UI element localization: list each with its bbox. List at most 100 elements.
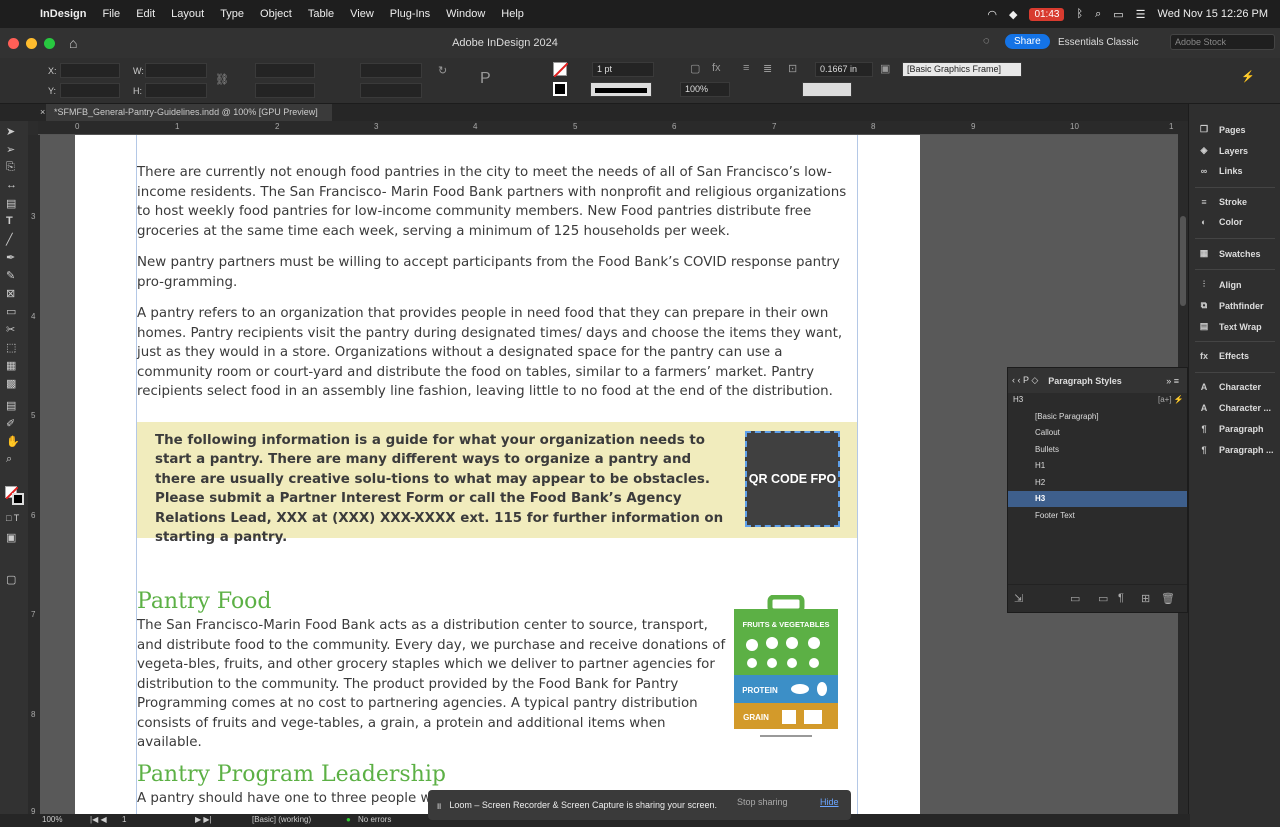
- distribute-icon[interactable]: ≣: [763, 62, 772, 75]
- menu-layout[interactable]: Layout: [171, 8, 204, 20]
- offset-field[interactable]: 0.1667 in: [815, 62, 873, 77]
- search-icon[interactable]: ⌕: [1095, 8, 1101, 21]
- style-item[interactable]: Footer Text: [1008, 508, 1187, 524]
- new-folder-icon[interactable]: ▭: [1070, 592, 1080, 605]
- pantry-food-paragraph[interactable]: The San Francisco-Marin Food Bank acts a…: [137, 616, 727, 753]
- color-panel-button[interactable]: ◐ Color: [1197, 217, 1242, 227]
- preflight-status[interactable]: No errors: [358, 815, 391, 824]
- dropbox-icon[interactable]: ◆: [1009, 8, 1017, 21]
- zoom-level[interactable]: 100%: [42, 815, 62, 824]
- menu-object[interactable]: Object: [260, 8, 292, 20]
- character-styles-panel-button[interactable]: A Character ...: [1197, 403, 1271, 413]
- clear-overrides-icon[interactable]: ¶: [1118, 592, 1124, 604]
- pantry-definition-paragraph[interactable]: A pantry refers to an organization that …: [137, 304, 861, 402]
- direct-selection-tool-icon[interactable]: ➢: [6, 143, 15, 156]
- menu-type[interactable]: Type: [220, 8, 244, 20]
- fill-swatch[interactable]: [553, 62, 569, 78]
- align-icon[interactable]: ≡: [743, 62, 749, 74]
- pencil-tool-icon[interactable]: ✎: [6, 269, 15, 282]
- workspace-switcher[interactable]: Essentials Classic: [1058, 37, 1139, 48]
- character-panel-button[interactable]: A Character: [1197, 382, 1261, 392]
- constrain-icon[interactable]: ⛓: [215, 73, 229, 86]
- create-style-icon[interactable]: ⊞: [1141, 592, 1150, 605]
- style-item[interactable]: H1: [1008, 458, 1187, 474]
- content-collector-icon[interactable]: ▤: [6, 197, 16, 210]
- document-page[interactable]: There are currently not enough food pant…: [75, 135, 920, 815]
- heading-pantry-food[interactable]: Pantry Food: [137, 589, 272, 614]
- free-transform-tool-icon[interactable]: ⬚: [6, 341, 16, 354]
- recording-timer[interactable]: 01:43: [1029, 7, 1065, 21]
- menu-app[interactable]: InDesign: [40, 8, 86, 20]
- gradient-tool-icon[interactable]: ▦: [6, 359, 16, 372]
- grocery-bag-graphic[interactable]: FRUITS & VEGETABLES PROTEIN GRAIN: [730, 595, 842, 743]
- heading-pantry-leadership[interactable]: Pantry Program Leadership: [137, 762, 446, 787]
- panel-menu-icon[interactable]: » ≡: [1166, 376, 1179, 386]
- shear-field[interactable]: [360, 83, 422, 98]
- menu-help[interactable]: Help: [501, 8, 524, 20]
- style-item[interactable]: [Basic Paragraph]: [1008, 409, 1187, 425]
- preflight-profile[interactable]: [Basic] (working): [252, 815, 311, 824]
- stroke-panel-button[interactable]: ≡ Stroke: [1197, 197, 1247, 207]
- stroke-swatch[interactable]: [553, 82, 567, 96]
- type-tool-icon[interactable]: T: [6, 215, 13, 227]
- style-item[interactable]: H2: [1008, 475, 1187, 491]
- pathfinder-panel-button[interactable]: ⧉ Pathfinder: [1197, 300, 1264, 311]
- fx-icon[interactable]: fx: [712, 62, 721, 74]
- eyedropper-tool-icon[interactable]: ✐: [6, 417, 15, 430]
- menu-edit[interactable]: Edit: [136, 8, 155, 20]
- effects-panel-button[interactable]: fx Effects: [1197, 351, 1249, 361]
- lightbulb-icon[interactable]: ◌: [983, 35, 990, 47]
- new-style-icon[interactable]: [a+] ⚡: [1158, 395, 1184, 404]
- page-nav-icon[interactable]: |◀ ◀: [90, 815, 107, 824]
- paragraph-styles-panel-button[interactable]: ¶ Paragraph ...: [1197, 445, 1273, 455]
- scale-x-field[interactable]: [255, 63, 315, 78]
- hand-tool-icon[interactable]: ✋: [6, 435, 20, 448]
- rotate-field[interactable]: [360, 63, 422, 78]
- stop-sharing-button[interactable]: Stop sharing: [737, 797, 788, 807]
- swatches-panel-button[interactable]: ▦ Swatches: [1197, 248, 1261, 259]
- paragraph-styles-title[interactable]: Paragraph Styles: [1048, 376, 1122, 386]
- scale-y-field[interactable]: [255, 83, 315, 98]
- page-tool-icon[interactable]: ⎘: [6, 161, 15, 174]
- h-field[interactable]: [145, 83, 207, 98]
- object-style-icon[interactable]: ▣: [880, 62, 890, 75]
- partner-paragraph[interactable]: New pantry partners must be willing to a…: [137, 253, 861, 292]
- bluetooth-icon[interactable]: ᛒ: [1076, 8, 1083, 20]
- screen-mode-icon[interactable]: ▢: [6, 573, 16, 586]
- align-panel-button[interactable]: ⫶ Align: [1197, 279, 1242, 290]
- pause-icon[interactable]: ॥: [436, 799, 441, 812]
- rotate-icon[interactable]: ↻: [438, 64, 447, 77]
- page-number[interactable]: 1: [122, 815, 126, 824]
- links-panel-button[interactable]: ∞ Links: [1197, 166, 1243, 176]
- share-button[interactable]: Share: [1005, 34, 1050, 49]
- paragraph-panel-button[interactable]: ¶ Paragraph: [1197, 424, 1263, 434]
- gradient-feather-tool-icon[interactable]: ▩: [6, 377, 16, 390]
- wifi-icon[interactable]: ◠: [987, 8, 997, 21]
- close-tab-icon[interactable]: ×: [40, 107, 45, 117]
- page-nav-next-icon[interactable]: ▶ ▶|: [195, 815, 212, 824]
- quick-actions-icon[interactable]: ⚡: [1241, 70, 1255, 83]
- formatting-container-icon[interactable]: □ T: [6, 513, 19, 523]
- group-icon[interactable]: ▭: [1098, 592, 1108, 605]
- hide-button[interactable]: Hide: [820, 797, 839, 807]
- gap-tool-icon[interactable]: ↔: [6, 179, 17, 191]
- object-style-select[interactable]: [Basic Graphics Frame]: [902, 62, 1022, 77]
- callout-text[interactable]: The following information is a guide for…: [155, 431, 725, 547]
- corner-shape-select[interactable]: [802, 82, 852, 97]
- menu-window[interactable]: Window: [446, 8, 485, 20]
- pages-panel-button[interactable]: ❐ Pages: [1197, 124, 1246, 135]
- w-field[interactable]: [145, 63, 207, 78]
- adobe-stock-search[interactable]: Adobe Stock: [1170, 34, 1275, 50]
- rectangle-tool-icon[interactable]: ▭: [6, 305, 16, 318]
- frame-icon[interactable]: ▢: [690, 62, 700, 75]
- x-field[interactable]: [60, 63, 120, 78]
- selection-container-icon[interactable]: P: [480, 70, 491, 88]
- paragraph-styles-panel[interactable]: ‹ ‹ P ◇ Paragraph Styles » ≡ H3 [a+] ⚡ […: [1007, 367, 1188, 613]
- stroke-proxy[interactable]: [12, 493, 24, 505]
- document-tab[interactable]: *SFMFB_General-Pantry-Guidelines.indd @ …: [46, 104, 332, 121]
- text-wrap-panel-button[interactable]: ▤ Text Wrap: [1197, 321, 1262, 332]
- menu-file[interactable]: File: [102, 8, 120, 20]
- fit-icon[interactable]: ⊡: [788, 62, 797, 75]
- rectangle-frame-tool-icon[interactable]: ⊠: [6, 287, 15, 300]
- line-tool-icon[interactable]: ╱: [6, 233, 13, 246]
